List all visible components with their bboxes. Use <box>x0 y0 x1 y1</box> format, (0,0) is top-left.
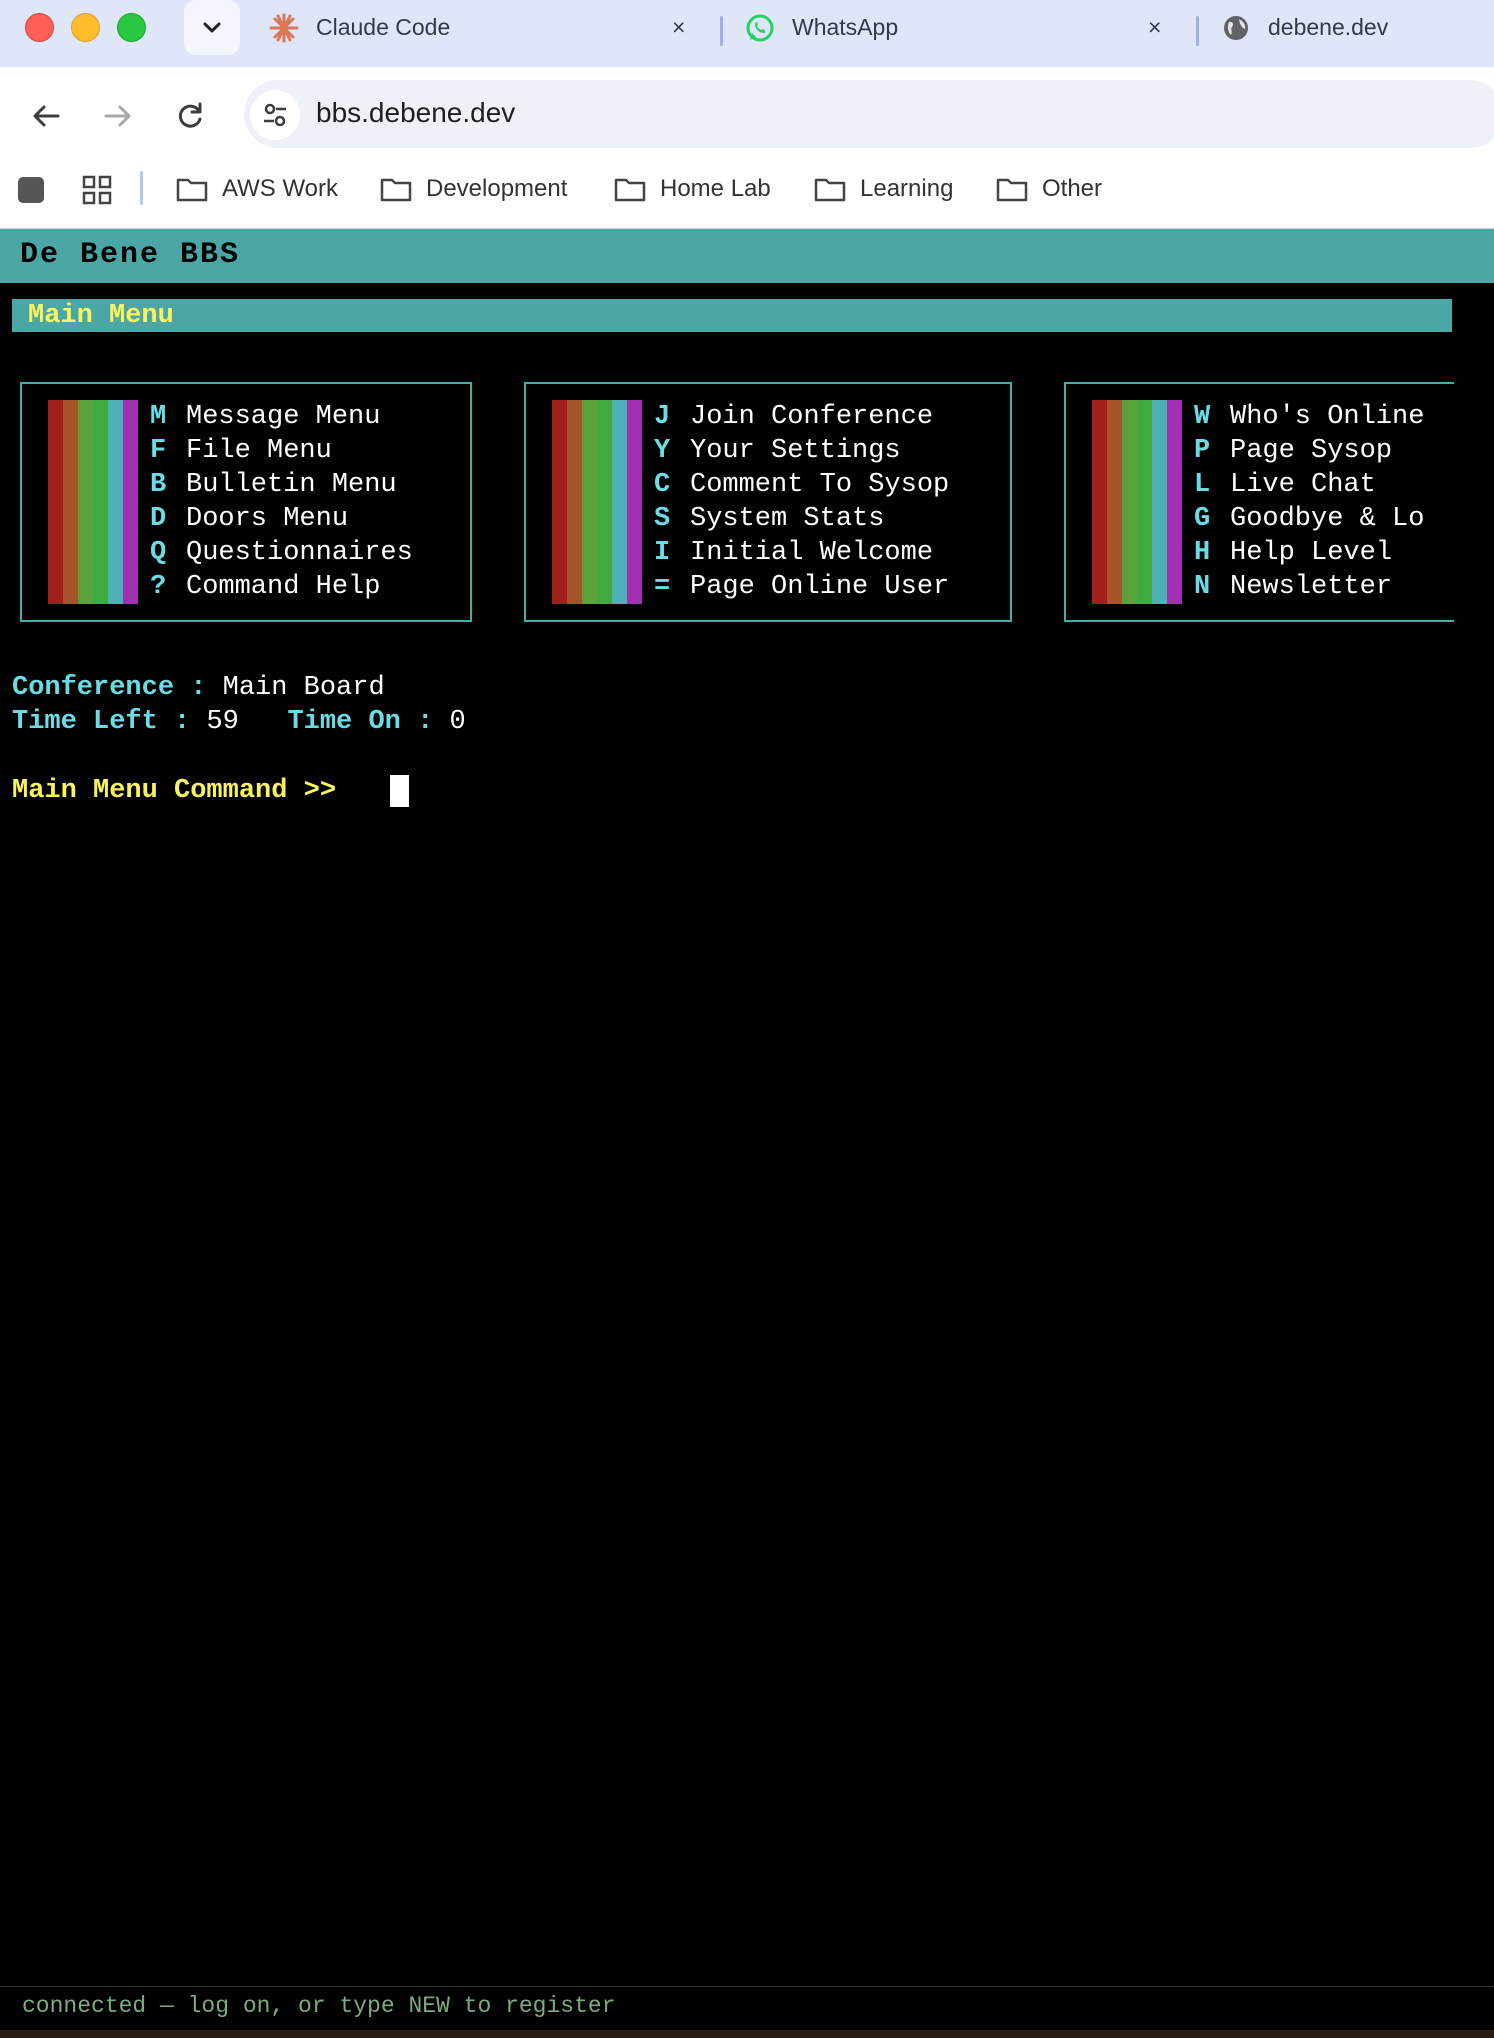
claude-icon <box>268 12 300 44</box>
bookmark-folder-aws-work[interactable]: AWS Work <box>176 172 338 206</box>
tab-separator <box>1196 16 1199 46</box>
menu-item-goodbye-logoff[interactable]: G Goodbye & Lo <box>1194 502 1424 536</box>
menu-item-file-menu[interactable]: F File Menu <box>150 434 413 468</box>
menu-item-questionnaires[interactable]: Q Questionnaires <box>150 536 413 570</box>
menu-item-page-online-user[interactable]: = Page Online User <box>654 570 949 604</box>
tune-icon <box>264 103 286 127</box>
close-icon: × <box>1148 14 1162 40</box>
desktop-strip <box>0 2030 1494 2038</box>
square-icon <box>18 177 44 203</box>
menu-item-system-stats[interactable]: S System Stats <box>654 502 949 536</box>
bookmark-label: Learning <box>860 175 954 202</box>
time-left-value: 59 <box>206 707 239 737</box>
menu-box-2: J Join Conference Y Your Settings C Comment… <box>524 382 1012 622</box>
menu-item-bulletin-menu[interactable]: B Bulletin Menu <box>150 468 413 502</box>
chevron-down-icon <box>203 22 221 32</box>
time-on-value: 0 <box>449 707 466 737</box>
color-stripes <box>1092 400 1182 604</box>
tab-search-button[interactable] <box>184 0 240 55</box>
back-button[interactable] <box>26 96 66 136</box>
reload-button[interactable] <box>170 96 210 136</box>
menu-box-3: W Who's Online P Page Sysop L Live Chat G Go… <box>1064 382 1454 622</box>
close-window-button[interactable] <box>25 13 54 42</box>
folder-icon <box>176 178 208 202</box>
menu-box-1: M Message Menu F File Menu B Bulletin Menu … <box>20 382 472 622</box>
menu-header-title: Main Menu <box>28 301 174 331</box>
forward-arrow-icon <box>104 105 131 127</box>
bookmark-label: AWS Work <box>222 175 339 202</box>
tab-debene-dev[interactable]: debene.dev <box>1220 0 1388 55</box>
color-stripes <box>48 400 138 604</box>
bookmark-label: Other <box>1042 175 1103 202</box>
apps-button[interactable] <box>80 173 114 207</box>
bbs-title: De Bene BBS <box>20 238 241 272</box>
menu-item-newsletter[interactable]: N Newsletter <box>1194 570 1424 604</box>
menu-item-help-level[interactable]: H Help Level <box>1194 536 1424 570</box>
folder-icon <box>814 178 846 202</box>
tab-title: Claude Code <box>316 14 451 40</box>
whatsapp-icon <box>744 12 776 44</box>
globe-icon <box>1220 12 1252 44</box>
tab-separator <box>720 16 723 46</box>
tab-whatsapp[interactable]: WhatsApp <box>744 0 898 55</box>
tab-close-button[interactable]: × <box>672 0 685 55</box>
bookmarks-divider <box>140 171 143 205</box>
command-prompt: Main Menu Command >> <box>12 776 337 806</box>
back-arrow-icon <box>33 105 60 127</box>
menu-item-page-sysop[interactable]: P Page Sysop <box>1194 434 1424 468</box>
menu-header-bar: Main Menu <box>12 299 1452 332</box>
maximize-window-button[interactable] <box>117 13 146 42</box>
menu-item-message-menu[interactable]: M Message Menu <box>150 400 413 434</box>
tab-title: WhatsApp <box>792 14 899 40</box>
folder-icon <box>996 178 1028 202</box>
text-cursor[interactable] <box>390 775 409 807</box>
conference-value: Main Board <box>222 673 385 703</box>
menu-item-your-settings[interactable]: Y Your Settings <box>654 434 949 468</box>
bookmark-folder-home-lab[interactable]: Home Lab <box>614 172 771 206</box>
menu-item-whos-online[interactable]: W Who's Online <box>1194 400 1424 434</box>
bookmark-label: Development <box>426 175 568 202</box>
tab-group-button[interactable] <box>14 173 48 207</box>
time-on-label: Time On : <box>287 707 434 737</box>
site-info-button[interactable] <box>250 90 300 140</box>
menu-item-command-help[interactable]: ? Command Help <box>150 570 413 604</box>
menu-item-initial-welcome[interactable]: I Initial Welcome <box>654 536 949 570</box>
menu-item-comment-to-sysop[interactable]: C Comment To Sysop <box>654 468 949 502</box>
conference-line: Conference : Main Board <box>12 671 385 705</box>
bookmark-folder-learning[interactable]: Learning <box>814 172 953 206</box>
menu-item-live-chat[interactable]: L Live Chat <box>1194 468 1424 502</box>
bbs-terminal[interactable]: De Bene BBS Main Menu M Message Menu F Fil… <box>0 229 1494 2038</box>
menu-item-doors-menu[interactable]: D Doors Menu <box>150 502 413 536</box>
color-stripes <box>552 400 642 604</box>
bookmark-label: Home Lab <box>660 175 771 202</box>
time-line: Time Left : 59 Time On : 0 <box>12 705 466 739</box>
tab-title: debene.dev <box>1268 14 1389 40</box>
forward-button[interactable] <box>98 96 138 136</box>
tab-close-button[interactable]: × <box>1148 0 1161 55</box>
minimize-window-button[interactable] <box>71 13 100 42</box>
close-icon: × <box>672 14 686 40</box>
tab-claude-code[interactable]: Claude Code <box>268 0 450 55</box>
folder-icon <box>614 178 646 202</box>
menu-item-join-conference[interactable]: J Join Conference <box>654 400 949 434</box>
bookmark-folder-other[interactable]: Other <box>996 172 1102 206</box>
connection-status-bar: connected — log on, or type NEW to regis… <box>0 1986 1494 2030</box>
time-left-label: Time Left : <box>12 707 191 737</box>
bbs-title-bar: De Bene BBS <box>0 229 1494 283</box>
url-text[interactable]: bbs.debene.dev <box>316 97 515 129</box>
connection-status-text: connected — log on, or type NEW to regis… <box>22 1993 616 2019</box>
conference-label: Conference : <box>12 673 207 703</box>
bookmark-folder-development[interactable]: Development <box>380 172 567 206</box>
grid-icon <box>82 175 112 205</box>
reload-icon <box>178 102 202 128</box>
folder-icon <box>380 178 412 202</box>
